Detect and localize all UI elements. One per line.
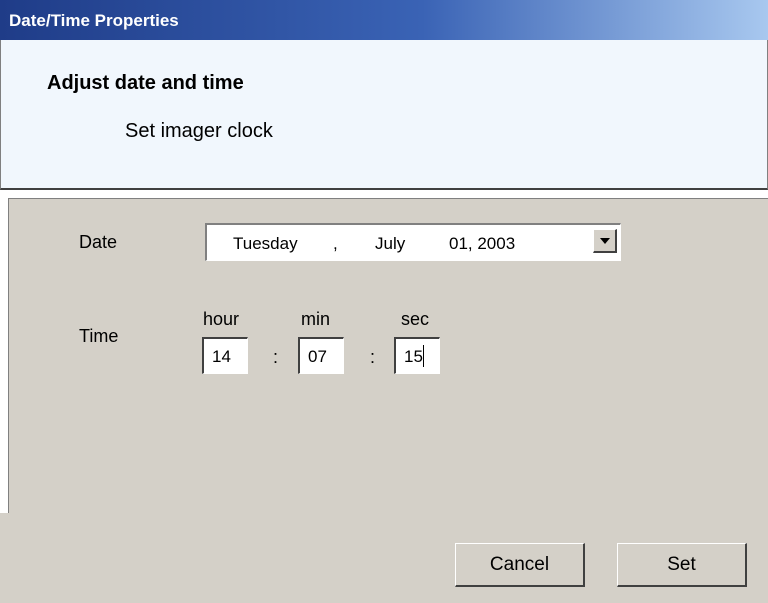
min-value: 07 [308, 347, 327, 366]
min-label: min [301, 309, 331, 329]
hour-input[interactable]: 14 [202, 337, 248, 374]
sec-label: sec [401, 309, 430, 329]
page-title: Adjust date and time [47, 72, 244, 94]
date-separator: , [333, 234, 338, 253]
date-month[interactable]: July [375, 234, 405, 254]
chevron-down-icon [600, 238, 610, 244]
time-separator: : [273, 347, 279, 367]
content-panel: Date Tuesday , July 01, 2003 Time hour m… [8, 198, 768, 514]
hour-label: hour [203, 309, 240, 329]
sec-input[interactable]: 15 [394, 337, 440, 374]
sec-value: 15 [404, 347, 423, 366]
min-input[interactable]: 07 [298, 337, 344, 374]
button-bar: Cancel Set [0, 513, 768, 603]
date-day-year[interactable]: 01, 2003 [449, 234, 515, 254]
date-dropdown-button[interactable] [593, 229, 617, 253]
date-weekday[interactable]: Tuesday [233, 234, 298, 254]
set-button[interactable]: Set [617, 543, 747, 587]
cancel-button[interactable]: Cancel [455, 543, 585, 587]
date-label: Date [79, 232, 118, 252]
date-picker[interactable]: Tuesday , July 01, 2003 [205, 223, 621, 261]
time-label: Time [79, 326, 119, 346]
time-separator: : [370, 347, 376, 367]
title-bar[interactable]: Date/Time Properties [0, 0, 768, 40]
text-cursor [423, 345, 424, 367]
window-title: Date/Time Properties [9, 11, 179, 30]
page-subtitle: Set imager clock [125, 120, 273, 142]
wizard-header: Adjust date and time Set imager clock [0, 40, 768, 190]
hour-value: 14 [212, 347, 231, 366]
